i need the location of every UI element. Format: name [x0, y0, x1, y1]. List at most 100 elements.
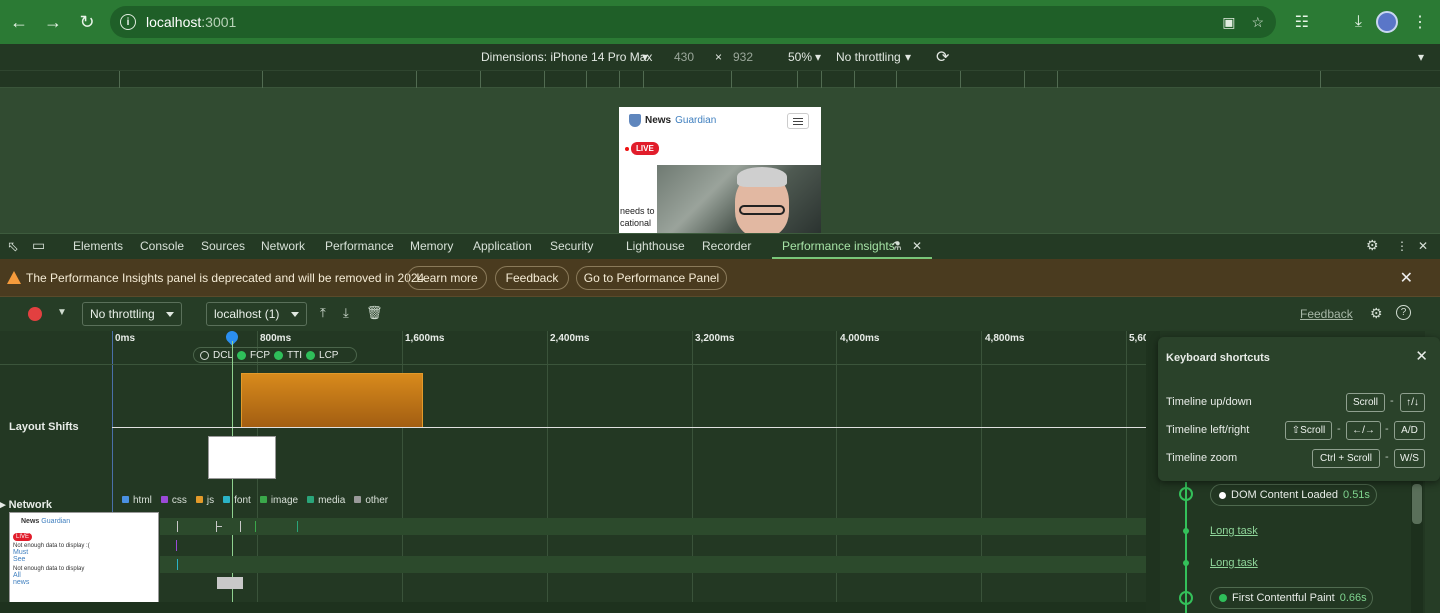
more-options-icon[interactable]: ▾	[1418, 50, 1424, 64]
network-row[interactable]	[160, 518, 1146, 535]
dimensions-caret-icon[interactable]: ▾	[642, 50, 648, 64]
tab-close-icon[interactable]: ✕	[912, 239, 922, 253]
flask-icon: ⚗	[891, 239, 902, 253]
feedback-button[interactable]: Feedback	[495, 266, 569, 290]
network-row[interactable]	[160, 537, 1146, 554]
back-icon[interactable]: ←	[2, 5, 36, 39]
tick-label: 4,800ms	[985, 333, 1025, 344]
network-legend: html css js font image media other	[122, 495, 388, 506]
upload-icon[interactable]: ⤒	[320, 305, 326, 321]
insights-timeline[interactable]: 0ms 800ms 1,600ms 2,400ms 3,200ms 4,000m…	[0, 331, 1160, 613]
record-button[interactable]	[28, 307, 42, 321]
fcp-event-time: 0.66s	[1339, 592, 1367, 604]
throttling-select[interactable]: No throttling	[82, 302, 182, 326]
tab-sources[interactable]: Sources	[201, 239, 245, 253]
fcp-event-label: First Contentful Paint	[1232, 592, 1335, 604]
height-input[interactable]: 932	[733, 50, 753, 64]
throttling-caret-icon[interactable]: ▾	[905, 50, 911, 64]
tab-lighthouse[interactable]: Lighthouse	[626, 239, 685, 253]
help-icon[interactable]: ?	[1396, 305, 1411, 320]
dcl-event-label: DOM Content Loaded	[1231, 489, 1339, 501]
hamburger-icon[interactable]	[787, 113, 809, 129]
tab-console[interactable]: Console	[140, 239, 184, 253]
device-throttling-select[interactable]: No throttling	[836, 50, 901, 64]
tab-performance[interactable]: Performance	[325, 239, 394, 253]
download-icon[interactable]: ⤓	[1355, 13, 1362, 31]
width-input[interactable]: 430	[674, 50, 694, 64]
trash-icon[interactable]: 🗑	[366, 305, 383, 321]
layout-shift-thumbnail[interactable]	[208, 436, 276, 479]
tab-application[interactable]: Application	[473, 239, 532, 253]
star-icon[interactable]: ☆	[1251, 14, 1264, 31]
reload-icon[interactable]: ↻	[70, 5, 104, 39]
inspect-element-icon[interactable]: ⬁	[7, 238, 19, 255]
network-track-label[interactable]: ▸ Network	[0, 498, 52, 511]
feedback-link[interactable]: Feedback	[1300, 307, 1353, 321]
brand-guardian: Guardian	[675, 115, 717, 126]
settings-icon[interactable]: ⚙	[1370, 305, 1383, 322]
marker-dcl[interactable]: DCL	[213, 350, 233, 361]
first-contentful-paint-event[interactable]: First Contentful Paint 0.66s	[1210, 587, 1373, 609]
long-task-node-icon	[1183, 560, 1189, 566]
device-toggle-icon[interactable]: ▭	[32, 237, 45, 254]
avatar[interactable]	[1376, 11, 1398, 33]
learn-more-button[interactable]: Learn more	[407, 266, 487, 290]
install-icon[interactable]: ▣	[1222, 14, 1235, 31]
marker-tti[interactable]: TTI	[287, 350, 302, 361]
dcl-node-icon	[1179, 487, 1193, 501]
timeline-horizontal-scrollbar[interactable]	[0, 602, 1146, 613]
info-icon[interactable]: i	[120, 14, 136, 30]
tab-elements[interactable]: Elements	[73, 239, 123, 253]
rotate-icon[interactable]: ⟳	[936, 47, 949, 67]
sidebar-scroll-thumb[interactable]	[1412, 484, 1422, 524]
zoom-select[interactable]: 50%	[788, 50, 812, 64]
download-icon[interactable]: ⤓	[343, 305, 349, 321]
emulated-viewport: News Guardian LIVE needs to cational	[0, 88, 1440, 233]
devtools-close-icon[interactable]: ✕	[1418, 239, 1428, 253]
key-separator: -	[1385, 451, 1389, 463]
legend-html: html	[122, 495, 152, 506]
tab-recorder[interactable]: Recorder	[702, 239, 751, 253]
site-brand: News Guardian	[629, 114, 716, 127]
tab-performance-insights[interactable]: Performance insights	[782, 239, 895, 253]
tab-security[interactable]: Security	[550, 239, 593, 253]
long-task-link[interactable]: Long task	[1210, 557, 1258, 569]
dialog-title: Keyboard shortcuts	[1166, 352, 1270, 364]
tick-label: 2,400ms	[550, 333, 590, 344]
deprecation-banner: The Performance Insights panel is deprec…	[0, 259, 1440, 297]
tab-memory[interactable]: Memory	[410, 239, 453, 253]
marker-lcp[interactable]: LCP	[319, 350, 338, 361]
extensions-icon[interactable]: ☷	[1295, 12, 1309, 32]
zoom-caret-icon[interactable]: ▾	[815, 50, 821, 64]
tab-network[interactable]: Network	[261, 239, 305, 253]
marker-fcp[interactable]: FCP	[250, 350, 270, 361]
settings-gear-icon[interactable]: ⚙	[1366, 237, 1379, 254]
layout-shift-cluster[interactable]	[241, 373, 423, 428]
device-toolbar: Dimensions: iPhone 14 Pro Max ▾ 430 × 93…	[0, 44, 1440, 70]
recording-select[interactable]: localhost (1)	[206, 302, 307, 326]
go-to-performance-button[interactable]: Go to Performance Panel	[576, 266, 727, 290]
dimensions-select[interactable]: Dimensions: iPhone 14 Pro Max	[481, 50, 652, 64]
key-w-s: W/S	[1394, 449, 1425, 468]
lcp-dot-icon	[306, 350, 316, 360]
network-row[interactable]	[160, 575, 1146, 592]
tick-label: 4,000ms	[840, 333, 880, 344]
key-left-right: ←/→	[1346, 421, 1381, 440]
dom-content-loaded-event[interactable]: DOM Content Loaded 0.51s	[1210, 484, 1377, 506]
recording-value: localhost (1)	[214, 307, 280, 321]
live-dot-icon	[625, 147, 629, 151]
network-screenshot-thumbnail[interactable]: News Guardian LIVE Not enough data to di…	[9, 512, 159, 606]
forward-icon[interactable]: →	[36, 5, 70, 39]
page-load-markers[interactable]: DCL FCP TTI LCP	[193, 347, 357, 363]
phone-page-preview[interactable]: News Guardian LIVE needs to cational	[619, 107, 821, 233]
key-shift-scroll: ⇧Scroll	[1285, 421, 1332, 440]
menu-icon[interactable]: ⋮	[1412, 12, 1428, 32]
brand-news: News	[645, 115, 672, 126]
long-task-link[interactable]: Long task	[1210, 525, 1258, 537]
devtools-menu-icon[interactable]: ⋮	[1396, 239, 1408, 253]
address-bar[interactable]: i localhost:3001 ▣ ☆	[110, 6, 1276, 38]
dialog-close-icon[interactable]: ✕	[1415, 347, 1428, 365]
banner-close-icon[interactable]: ✕	[1400, 268, 1413, 288]
record-menu-caret-icon[interactable]: ▼	[57, 307, 67, 318]
network-row[interactable]	[160, 556, 1146, 573]
